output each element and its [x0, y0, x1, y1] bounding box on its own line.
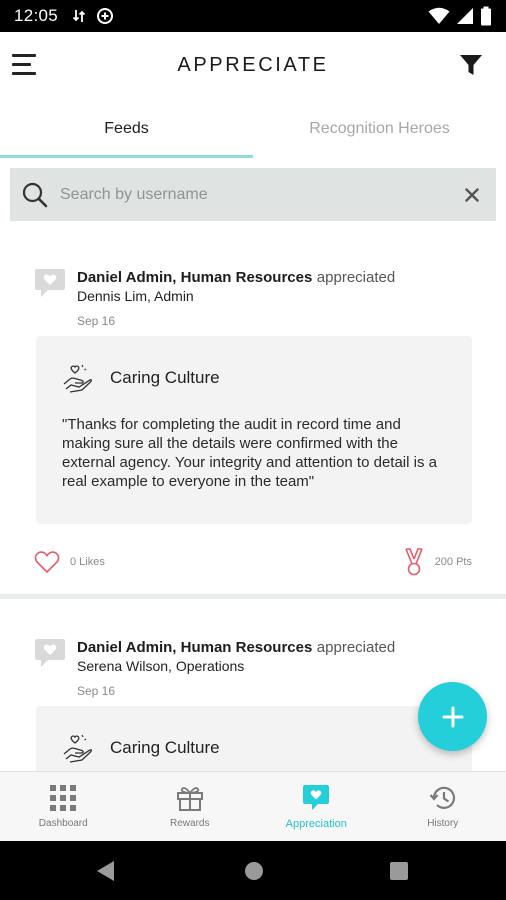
search-icon — [22, 182, 48, 207]
post-date: Sep 16 — [77, 684, 116, 698]
recipient-name: Dennis Lim, Admin — [77, 288, 194, 304]
filter-icon[interactable] — [458, 52, 484, 78]
status-time: 12:05 — [14, 6, 59, 25]
feed-item[interactable]: Daniel Admin, Human Resources appreciate… — [0, 268, 506, 331]
plus-icon — [442, 706, 463, 727]
company-value-name: Caring Culture — [110, 368, 220, 387]
heart-bubble-icon — [303, 784, 330, 810]
speech-bubble-heart-icon — [35, 269, 65, 297]
app-bar: APPRECIATE — [0, 32, 506, 98]
home-icon[interactable] — [244, 861, 264, 881]
appreciation-message-box: Caring Culture "Thanks for completing th… — [36, 336, 472, 524]
back-icon[interactable] — [96, 860, 116, 882]
speech-bubble-heart-icon — [35, 639, 65, 667]
tab-feeds[interactable]: Feeds — [0, 98, 253, 160]
cell-signal-icon — [457, 8, 473, 24]
feed-item-footer: 0 Likes 200 Pts — [34, 548, 472, 576]
nav-appreciation-label: Appreciation — [285, 817, 347, 830]
history-icon — [429, 786, 455, 809]
tab-recognition-heroes[interactable]: Recognition Heroes — [253, 98, 506, 160]
hand-heart-icon — [63, 734, 92, 763]
system-navigation-bar — [0, 841, 506, 900]
close-icon — [465, 187, 479, 202]
search-bar — [10, 168, 496, 221]
active-tab-indicator — [0, 155, 253, 158]
sender-name: Daniel Admin, Human Resources — [77, 639, 313, 656]
action-verb: appreciated — [316, 639, 396, 656]
nav-dashboard-label: Dashboard — [38, 818, 88, 829]
data-transfer-icon — [72, 10, 86, 22]
company-value-name: Caring Culture — [110, 738, 220, 757]
recents-icon[interactable] — [390, 862, 408, 880]
nav-appreciation[interactable]: Appreciation — [253, 772, 380, 841]
battery-icon — [481, 6, 491, 26]
status-bar: 12:05 — [0, 0, 506, 32]
menu-button[interactable] — [12, 53, 38, 77]
action-verb: appreciated — [316, 269, 396, 286]
points-display: 200 Pts — [403, 548, 472, 576]
page-title: APPRECIATE — [177, 53, 329, 76]
sender-name: Daniel Admin, Human Resources — [77, 269, 313, 286]
medal-ribbon-icon — [404, 548, 423, 576]
appreciation-message-box: Caring Culture — [36, 706, 472, 771]
tab-feeds-label: Feeds — [104, 120, 149, 137]
nav-dashboard[interactable]: Dashboard — [0, 772, 127, 841]
like-button[interactable]: 0 Likes — [34, 550, 105, 574]
search-input[interactable] — [60, 185, 460, 204]
data-saver-icon — [97, 8, 114, 24]
nav-history-label: History — [427, 818, 459, 829]
recipient-name: Serena Wilson, Operations — [77, 658, 245, 674]
nav-rewards[interactable]: Rewards — [127, 772, 254, 841]
nav-history[interactable]: History — [380, 772, 506, 841]
feed-divider — [0, 594, 506, 599]
points-value: 200 Pts — [434, 556, 472, 568]
tab-bar: Feeds Recognition Heroes — [0, 98, 506, 160]
clear-search-button[interactable] — [460, 183, 484, 207]
tab-recognition-heroes-label: Recognition Heroes — [309, 120, 450, 137]
hand-heart-icon — [63, 364, 92, 393]
heart-icon — [34, 551, 60, 574]
appreciation-message: "Thanks for completing the audit in reco… — [62, 416, 437, 490]
bottom-navigation: Dashboard Rewards Appreciation History — [0, 771, 506, 841]
grid-icon — [50, 785, 77, 811]
likes-count: 0 Likes — [70, 556, 105, 568]
nav-rewards-label: Rewards — [170, 818, 210, 829]
gift-icon — [176, 787, 203, 811]
add-appreciation-button[interactable] — [418, 682, 487, 751]
post-date: Sep 16 — [77, 314, 116, 328]
wifi-icon — [428, 7, 450, 24]
